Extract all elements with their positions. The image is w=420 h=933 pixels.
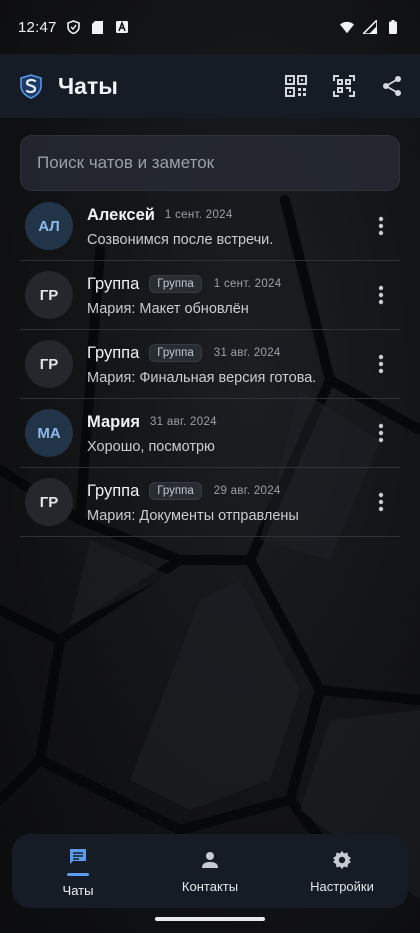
chat-preview: Созвонимся после встречи. <box>87 232 274 248</box>
chat-row-maria[interactable]: МА Мария 31 авг. 2024 Хорошо, посмотрю <box>20 399 400 468</box>
app-bar: Чаты <box>0 54 420 118</box>
app-logo-icon <box>18 73 44 99</box>
chat-name: Группа <box>87 274 140 293</box>
bottom-navigation: Чаты Контакты Настройки <box>12 834 408 908</box>
signal-icon <box>363 20 377 34</box>
qr-scan-icon[interactable] <box>332 74 356 98</box>
more-vert-icon[interactable] <box>370 344 392 384</box>
nav-item-settings[interactable]: Настройки <box>282 848 402 894</box>
group-badge: Группа <box>149 344 202 362</box>
shield-icon <box>67 20 81 34</box>
chat-preview: Хорошо, посмотрю <box>87 439 215 455</box>
group-badge: Группа <box>149 482 202 500</box>
avatar: ГР <box>25 271 73 319</box>
search-input[interactable] <box>37 153 383 173</box>
chat-date: 1 сент. 2024 <box>164 209 233 221</box>
avatar: АЛ <box>25 202 73 250</box>
chat-row-group-1[interactable]: ГР Группа Группа 1 сент. 2024 Мария: Мак… <box>20 261 400 330</box>
group-badge: Группа <box>149 275 202 293</box>
chat-row-group-3[interactable]: ГР Группа Группа 29 авг. 2024 Мария: Док… <box>20 468 400 537</box>
status-time: 12:47 <box>18 18 57 36</box>
chat-preview: Мария: Документы отправлены <box>87 508 299 524</box>
active-indicator <box>67 872 89 876</box>
more-vert-icon[interactable] <box>370 206 392 246</box>
chat-date: 31 авг. 2024 <box>149 416 217 428</box>
chat-name: Мария <box>87 412 140 431</box>
chat-row-aleksey[interactable]: АЛ Алексей 1 сент. 2024 Созвонимся после… <box>20 192 400 261</box>
chat-date: 29 авг. 2024 <box>213 485 281 497</box>
more-vert-icon[interactable] <box>370 482 392 522</box>
search-bar[interactable] <box>20 135 400 191</box>
share-icon[interactable] <box>380 74 404 98</box>
chat-date: 31 авг. 2024 <box>213 347 281 359</box>
nav-label: Настройки <box>310 879 374 894</box>
nav-item-chats[interactable]: Чаты <box>18 845 138 898</box>
sd-card-icon <box>91 20 105 34</box>
avatar: ГР <box>25 340 73 388</box>
more-vert-icon[interactable] <box>370 275 392 315</box>
chat-preview: Мария: Макет обновлён <box>87 301 249 317</box>
more-vert-icon[interactable] <box>370 413 392 453</box>
nav-item-contacts[interactable]: Контакты <box>150 848 270 894</box>
chat-name: Алексей <box>87 205 155 224</box>
person-icon <box>198 848 222 872</box>
gear-icon <box>330 848 354 872</box>
nav-label: Чаты <box>62 882 94 898</box>
status-bar: 12:47 <box>0 0 420 54</box>
page-title: Чаты <box>58 72 118 99</box>
app-a-icon <box>115 20 129 34</box>
wifi-icon <box>340 20 354 34</box>
gesture-handle[interactable] <box>155 917 265 921</box>
qr-code-icon[interactable] <box>284 74 308 98</box>
chat-list: АЛ Алексей 1 сент. 2024 Созвонимся после… <box>20 192 400 537</box>
avatar: ГР <box>25 478 73 526</box>
chat-date: 1 сент. 2024 <box>213 278 282 290</box>
nav-label: Контакты <box>181 879 239 894</box>
battery-icon <box>386 20 400 34</box>
chat-name: Группа <box>87 481 140 500</box>
chat-preview: Мария: Финальная версия готова. <box>87 370 317 386</box>
chat-icon <box>66 845 90 869</box>
chat-row-group-2[interactable]: ГР Группа Группа 31 авг. 2024 Мария: Фин… <box>20 330 400 399</box>
chat-name: Группа <box>87 343 140 362</box>
avatar: МА <box>25 409 73 457</box>
